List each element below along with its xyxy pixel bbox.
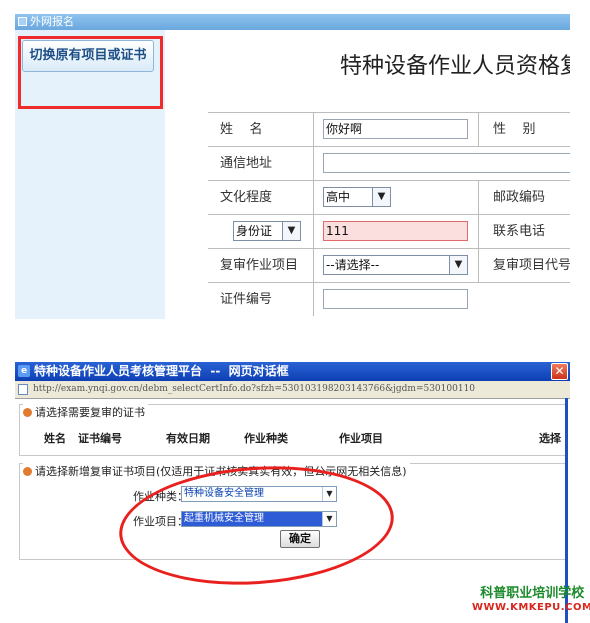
- watermark-school-name: 科普职业培训学校: [480, 586, 585, 601]
- id-type-select[interactable]: 身份证 ▼: [233, 221, 301, 241]
- form-row-name: 姓 名 你好啊 性 别: [208, 113, 570, 147]
- page-icon: [18, 384, 28, 395]
- gender-label: 性 别: [493, 122, 536, 137]
- review-code-label: 复审项目代号: [493, 258, 570, 273]
- form-row-review-item: 复审作业项目 --请选择-- ▼ 复审项目代号: [208, 249, 570, 283]
- chevron-down-icon: ▼: [372, 188, 390, 206]
- form-row-id: 身份证 ▼ 111 联系电话: [208, 215, 570, 249]
- address-label: 通信地址: [220, 156, 273, 171]
- education-label: 文化程度: [220, 190, 273, 205]
- existing-cert-section: 请选择需要复审的证书 姓名 证书编号 有效日期 作业种类 作业项目 选择: [19, 404, 566, 456]
- dialog-title-bar: e 特种设备作业人员考核管理平台 -- 网页对话框 ✕: [15, 362, 570, 381]
- col-select: 选择: [539, 432, 561, 445]
- form-row-education: 文化程度 高中 ▼ 邮政编码: [208, 181, 570, 215]
- page-title: 特种设备作业人员资格复: [340, 54, 570, 79]
- panel-icon: [18, 17, 27, 26]
- user-icon: [23, 408, 32, 417]
- address-bar: http://exam.ynqi.gov.cn/debm_selectCertI…: [15, 381, 570, 399]
- section-legend: 请选择需要复审的证书: [23, 404, 148, 420]
- review-item-select[interactable]: --请选择-- ▼: [323, 255, 468, 275]
- phone-label: 联系电话: [493, 224, 546, 239]
- cert-no-label: 证件编号: [220, 292, 273, 307]
- panel-title: 外网报名: [30, 15, 74, 28]
- col-name: 姓名: [44, 432, 66, 445]
- col-project: 作业项目: [339, 432, 383, 445]
- education-select[interactable]: 高中 ▼: [323, 187, 391, 207]
- review-item-label: 复审作业项目: [220, 258, 299, 273]
- col-valid-date: 有效日期: [166, 432, 210, 445]
- watermark-url: WWW.KMKEPU.COM: [472, 602, 590, 613]
- name-input[interactable]: 你好啊: [323, 119, 468, 139]
- browser-icon: e: [18, 365, 30, 377]
- cert-select-dialog: e 特种设备作业人员考核管理平台 -- 网页对话框 ✕ http://exam.…: [15, 362, 570, 623]
- switch-project-button[interactable]: 切换原有项目或证书: [22, 40, 154, 72]
- col-cert-no: 证书编号: [78, 432, 122, 445]
- chevron-down-icon: ▼: [282, 222, 300, 240]
- registration-panel: 外网报名 切换原有项目或证书 特种设备作业人员资格复 姓 名 你好啊 性 别 通…: [15, 14, 570, 319]
- close-icon[interactable]: ✕: [551, 363, 568, 380]
- user-icon: [23, 467, 32, 476]
- dialog-url: http://exam.ynqi.gov.cn/debm_selectCertI…: [33, 384, 476, 394]
- watermark: 科普职业培训学校 WWW.KMKEPU.COM: [472, 586, 590, 614]
- dialog-title: 特种设备作业人员考核管理平台 -- 网页对话框: [34, 364, 289, 378]
- address-input[interactable]: [323, 153, 570, 173]
- registration-form: 姓 名 你好啊 性 别 通信地址 文化程度 高中 ▼ 邮政编码 身份证 ▼ 11…: [208, 112, 570, 316]
- form-row-cert-no: 证件编号: [208, 283, 570, 316]
- chevron-down-icon: ▼: [449, 256, 467, 274]
- name-label: 姓 名: [220, 122, 263, 137]
- postcode-label: 邮政编码: [493, 190, 546, 205]
- cert-no-input[interactable]: [323, 289, 468, 309]
- id-number-input[interactable]: 111: [323, 221, 468, 241]
- col-category: 作业种类: [244, 432, 288, 445]
- panel-title-bar: 外网报名: [15, 14, 570, 30]
- form-row-address: 通信地址: [208, 147, 570, 181]
